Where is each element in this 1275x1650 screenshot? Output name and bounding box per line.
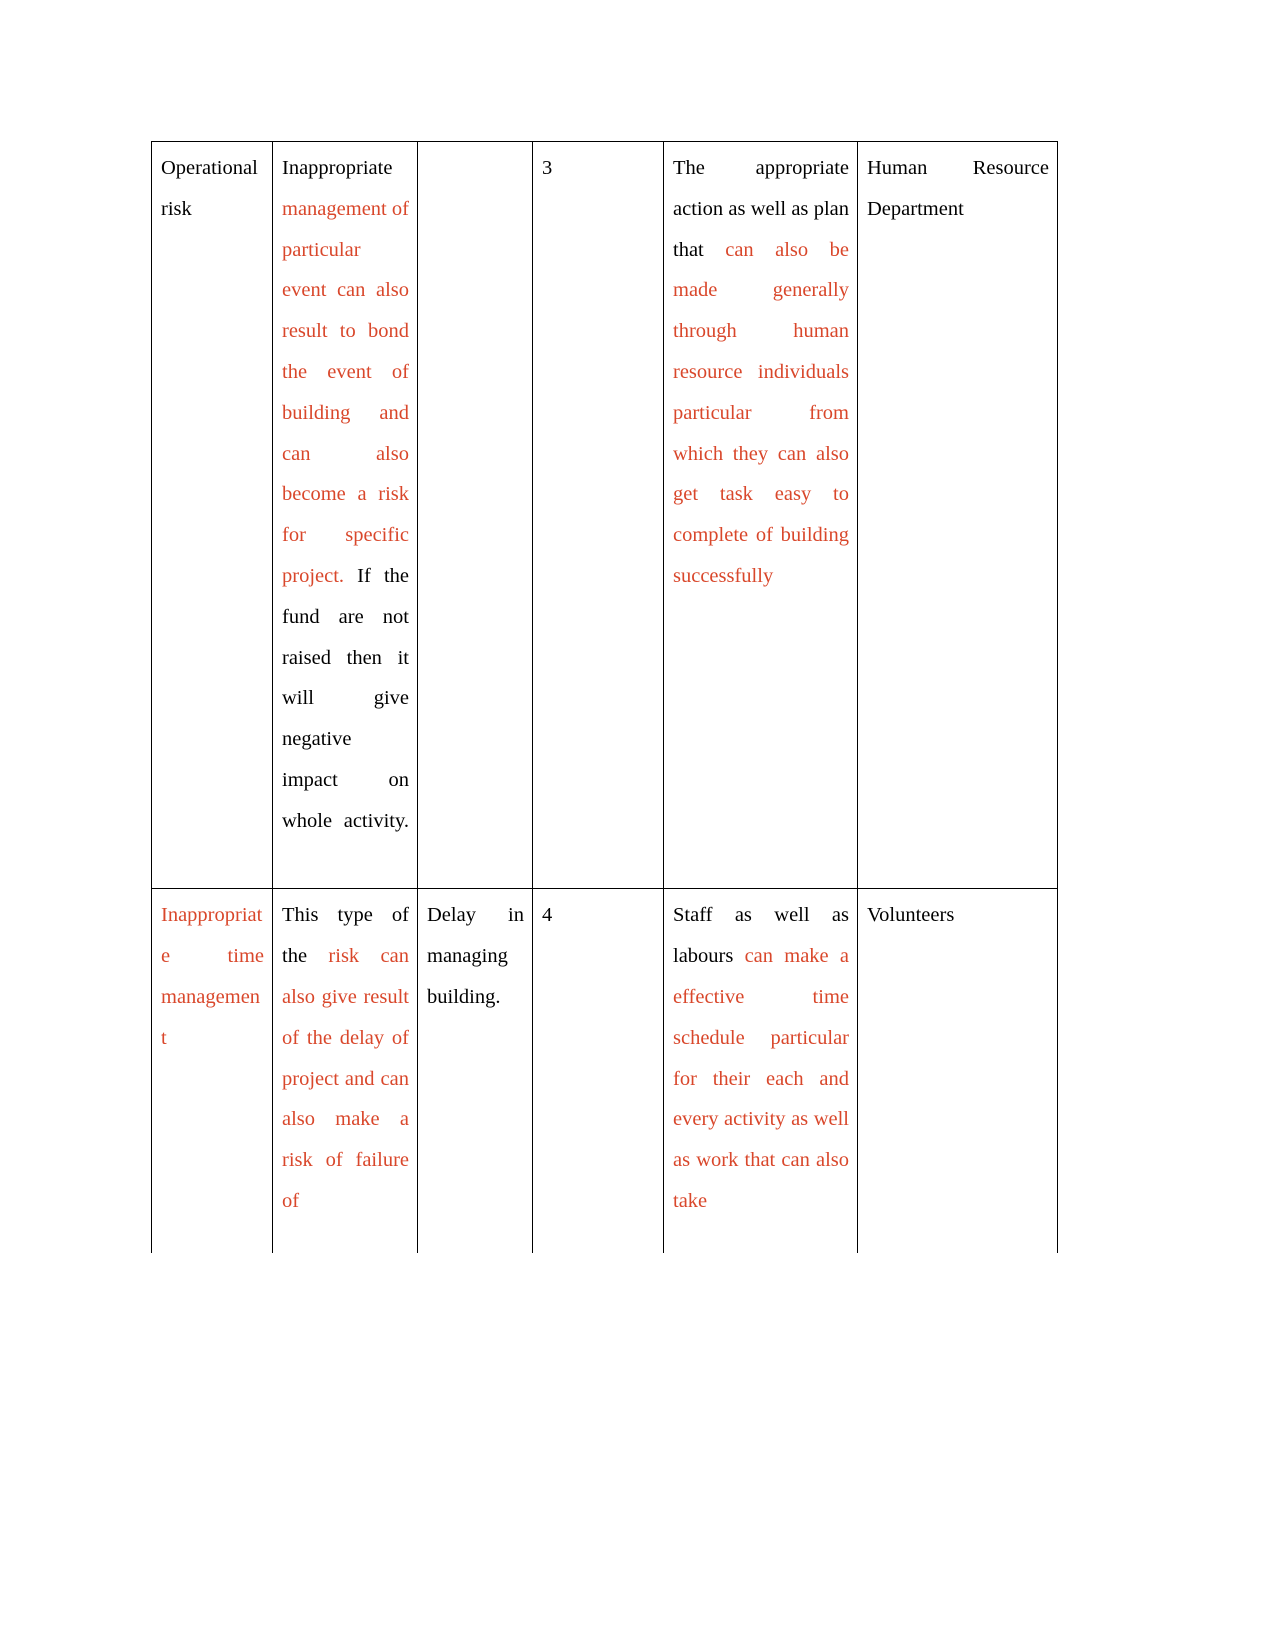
risk-register-table: Operational risk Inappropriate managemen… [151, 140, 1058, 1254]
cell-risk-description: Inappropriate management of particular e… [272, 140, 418, 890]
responsible-party-text: Volunteers [867, 904, 955, 927]
risk-rating-value: 4 [542, 904, 553, 927]
cell-risk-category: Inappropriate time management [151, 888, 273, 1254]
cell-responsible-party: Human Resource Department [857, 140, 1058, 890]
mitigation-revision: can make a effective time schedule parti… [673, 945, 849, 1212]
risk-description-text-tail: If the fund are not raised then it will … [282, 564, 409, 832]
table-row: Inappropriate time management This type … [151, 888, 1058, 1254]
cell-mitigation-action: The appropriate action as well as plan t… [663, 140, 858, 890]
risk-description-revision: risk can also give result of the delay o… [282, 945, 409, 1212]
responsible-party-text: Human Resource Department [867, 157, 1049, 220]
risk-category-revision: Inappropriate time management [161, 904, 264, 1049]
cell-mitigation-action: Staff as well as labours can make a effe… [663, 888, 858, 1254]
document-page: Operational risk Inappropriate managemen… [0, 0, 1275, 1650]
cell-risk-rating: 4 [532, 888, 664, 1254]
risk-impact-text: Delay in managing building. [427, 904, 524, 1008]
mitigation-revision: can also be made generally through human… [673, 238, 849, 587]
cell-responsible-party: Volunteers [857, 888, 1058, 1254]
table-row: Operational risk Inappropriate managemen… [151, 140, 1058, 890]
cell-risk-impact [417, 140, 533, 890]
cell-risk-description: This type of the risk can also give resu… [272, 888, 418, 1254]
risk-rating-value: 3 [542, 157, 553, 179]
risk-description-revision: management of particular event can also … [282, 197, 409, 587]
risk-category-text: Operational risk [161, 157, 258, 220]
cell-risk-rating: 3 [532, 140, 664, 890]
cell-risk-impact: Delay in managing building. [417, 888, 533, 1254]
risk-description-text-lead: Inappropriate [282, 157, 393, 179]
cell-risk-category: Operational risk [151, 140, 273, 890]
